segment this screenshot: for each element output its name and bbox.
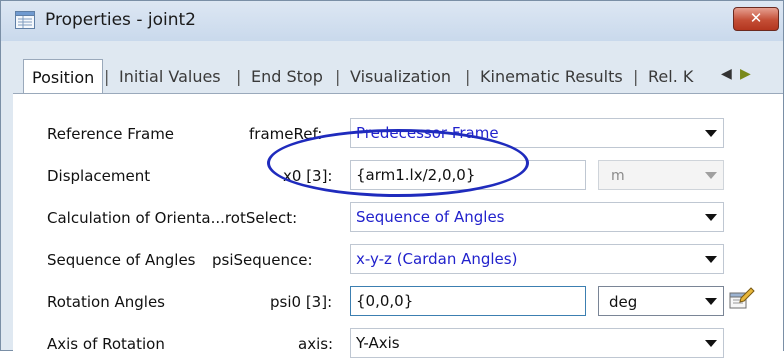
row-label: Sequence of Angles (47, 251, 196, 269)
highlight-ellipse (267, 129, 529, 197)
rotation-select[interactable]: Sequence of Angles (350, 202, 724, 232)
tab-initial-values[interactable]: Initial Values (119, 67, 221, 86)
tab-separator: | (633, 67, 639, 86)
row-rotation-angles: Rotation Angles psi0 [3]: {0,0,0} deg (13, 284, 783, 320)
window-title: Properties - joint2 (45, 10, 196, 30)
row-axis-of-rotation: Axis of Rotation axis: Y-Axis (13, 326, 783, 362)
tab-separator: | (335, 67, 341, 86)
combo-value: Sequence of Angles (356, 208, 505, 226)
row-label: Axis of Rotation (47, 335, 165, 353)
tab-bar: Position | Initial Values | End Stop | V… (13, 59, 781, 93)
chevron-down-icon[interactable] (705, 256, 717, 263)
row-sequence-of-angles: Sequence of Angles psiSequence: x-y-z (C… (13, 242, 783, 278)
chevron-down-icon[interactable] (705, 340, 717, 347)
combo-value: Y-Axis (356, 334, 400, 352)
tab-separator: | (236, 67, 242, 86)
chevron-down-icon[interactable] (705, 130, 717, 137)
input-value: {0,0,0} (356, 292, 414, 310)
properties-window: Properties - joint2 ✕ Position | Initial… (0, 0, 784, 358)
row-label: Calculation of Orienta...rotSelect: (47, 209, 298, 227)
tab-position[interactable]: Position (23, 59, 104, 93)
row-label: Rotation Angles (47, 293, 166, 311)
combo-value: x-y-z (Cardan Angles) (356, 250, 518, 268)
row-label: Reference Frame (47, 125, 175, 143)
rotation-angles-input[interactable]: {0,0,0} (350, 286, 586, 316)
chevron-down-icon[interactable] (705, 298, 717, 305)
tab-scroll-right-icon[interactable]: ▶ (740, 66, 751, 82)
displacement-unit-select: m (598, 160, 724, 190)
unit-value: deg (609, 293, 638, 311)
unit-value: m (611, 168, 625, 184)
tab-separator: | (465, 67, 471, 86)
tab-kinematic-results[interactable]: Kinematic Results (480, 67, 623, 86)
rotation-unit-select[interactable]: deg (598, 286, 724, 316)
title-bar[interactable]: Properties - joint2 ✕ (1, 1, 783, 41)
param-name: axis: (298, 335, 334, 353)
chevron-down-icon (705, 172, 717, 179)
properties-window-icon (15, 11, 35, 29)
tab-scroll-left-icon[interactable]: ◀ (721, 66, 732, 82)
close-icon: ✕ (749, 9, 763, 27)
psi-sequence-select[interactable]: x-y-z (Cardan Angles) (350, 244, 724, 274)
tab-visualization[interactable]: Visualization (350, 67, 451, 86)
tab-separator: | (104, 67, 110, 86)
close-button[interactable]: ✕ (733, 7, 779, 31)
param-name: psiSequence: (212, 251, 313, 269)
param-name: psi0 [3]: (270, 293, 333, 311)
chevron-down-icon[interactable] (705, 214, 717, 221)
row-calculation-of-orientation: Calculation of Orienta...rotSelect: Sequ… (13, 200, 783, 236)
row-label: Displacement (47, 167, 151, 185)
edit-parameter-icon[interactable] (729, 286, 755, 310)
axis-select[interactable]: Y-Axis (350, 328, 724, 358)
tab-rel-k[interactable]: Rel. K (648, 67, 693, 86)
tab-end-stop[interactable]: End Stop (251, 67, 323, 86)
